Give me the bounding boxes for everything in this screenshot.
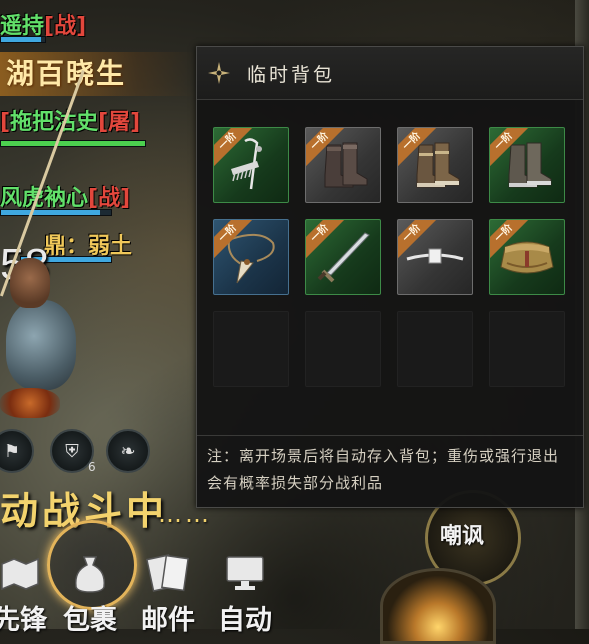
rabbit-icon: ❧ [120,440,136,462]
empty-slot[interactable] [489,311,565,387]
attack-button[interactable] [380,568,496,644]
compass-icon [207,61,231,85]
menu-auto-button[interactable]: 自动 [210,550,280,637]
item-slot-boots-green[interactable]: 一阶 [489,127,565,203]
monitor-icon [222,550,268,596]
player2-tag-left: [ [0,110,11,135]
item-slot-sword[interactable]: 一阶 [305,219,381,295]
menu-auto-label: 自动 [218,605,272,636]
player3-hp-bar [0,209,112,216]
sect-title-banner: 湖百晓生 [0,52,196,96]
item-slot-fang-necklace[interactable]: 一阶 [213,219,289,295]
fire-effect [0,388,60,418]
panel-header: 临时背包 [197,47,583,100]
menu-bag-button[interactable]: 包裹 [55,550,125,637]
skill-slot-3[interactable]: ❧ [106,429,150,473]
monster-character[interactable] [6,300,76,390]
temporary-bag-panel: 临时背包 一阶 一阶 一阶 一阶 一阶 一阶 一阶 一阶 注：离开场景后将自动存… [196,46,584,508]
item-slot-boots-leather[interactable]: 一阶 [397,127,473,203]
menu-vanguard-label: 先锋 [0,605,47,636]
player2-tag: [屠] [98,110,141,135]
player-top-tag: [战] [44,14,87,39]
item-slot-boots-dark[interactable]: 一阶 [305,127,381,203]
panel-note: 注：离开场景后将自动存入背包；重伤或强行退出会有概率损失部分战利品 [207,447,560,492]
item-slot-hairpin[interactable]: 一阶 [213,127,289,203]
mail-icon [145,550,191,596]
player2-name: 拖把沽史 [10,110,99,135]
player3-nameplate: 风虎衲心[战] [0,180,130,212]
item-slot-belt[interactable]: 一阶 [397,219,473,295]
player2-hp-bar [0,140,146,147]
menu-bag-label: 包裹 [63,605,117,636]
boot-icon: ⚑ [3,440,21,462]
warrior-character[interactable] [10,258,50,308]
panel-divider [197,435,583,436]
item-slot-armor-skirt[interactable]: 一阶 [489,219,565,295]
menu-vanguard-button[interactable]: 先锋 [0,550,50,637]
menu-mail-label: 邮件 [141,605,195,636]
empty-slot[interactable] [213,311,289,387]
taunt-label: 嘲讽 [440,523,485,549]
player3-name: 风虎衲心 [0,186,89,211]
empty-slot[interactable] [397,311,473,387]
bag-icon [67,550,113,596]
player-top-hp-bar [0,36,46,43]
shield-icon: ⛨ [65,440,79,462]
player3-tag: [战] [88,186,131,211]
panel-title: 临时背包 [247,63,336,86]
map-icon [0,550,43,596]
empty-slot[interactable] [305,311,381,387]
skill-count: 6 [88,460,96,474]
menu-mail-button[interactable]: 邮件 [133,550,203,637]
